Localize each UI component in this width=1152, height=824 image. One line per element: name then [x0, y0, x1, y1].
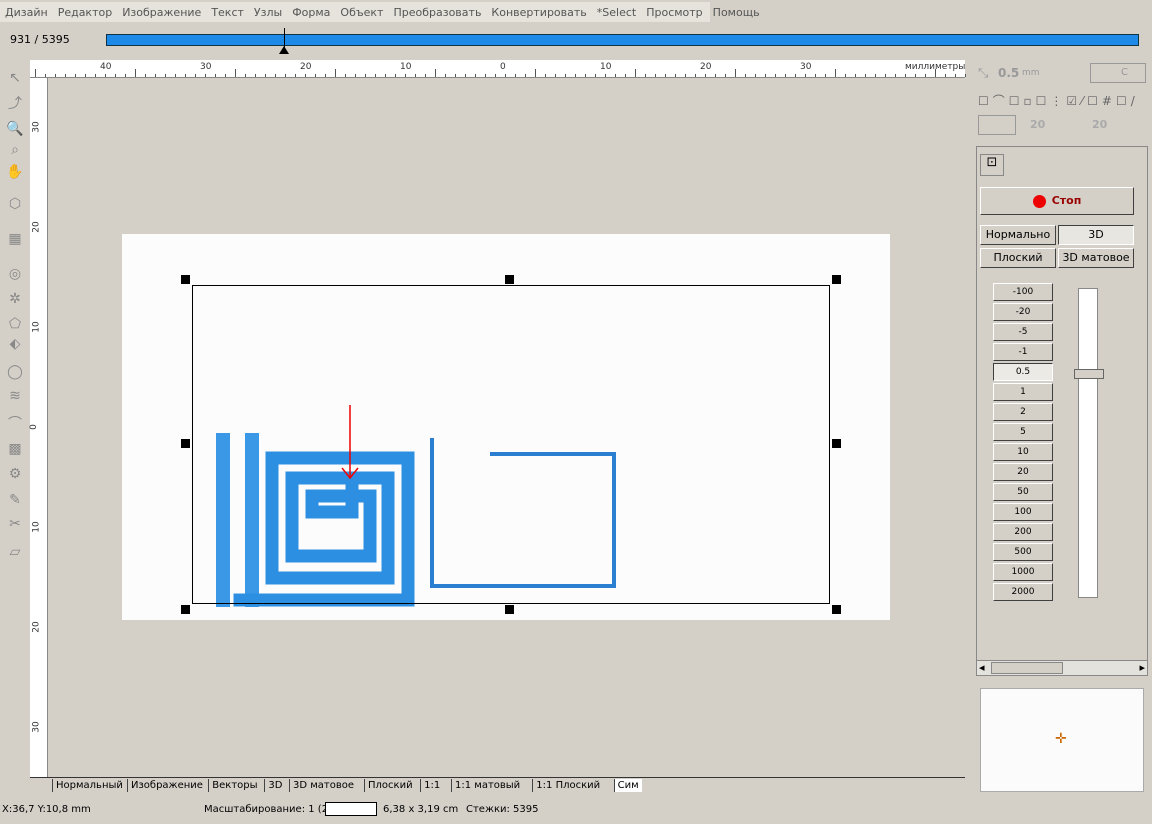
resize-handle[interactable] [181, 275, 190, 284]
dy-value: 20 [1092, 118, 1108, 131]
spacing-value: 0.5 [998, 66, 1020, 80]
step-button[interactable]: 2 [993, 403, 1053, 421]
step-button[interactable]: 50 [993, 483, 1053, 501]
stop-button[interactable]: Стоп [980, 187, 1134, 215]
dx-value: 20 [1030, 118, 1046, 131]
color-swatch [325, 802, 377, 816]
step-button[interactable]: 1 [993, 383, 1053, 401]
view-tab[interactable]: Плоский [364, 779, 416, 792]
step-button[interactable]: -20 [993, 303, 1053, 321]
mode-3d-matte[interactable]: 3D матовое [1058, 248, 1134, 268]
view-tab[interactable]: 1:1 матовый [451, 779, 524, 792]
stop-label: Стоп [1051, 194, 1082, 207]
resize-handle[interactable] [505, 275, 514, 284]
step-button[interactable]: 0.5 [993, 363, 1053, 381]
scroll-left-icon[interactable]: ◂ [979, 661, 985, 674]
step-button[interactable]: 500 [993, 543, 1053, 561]
mode-normal[interactable]: Нормально [980, 225, 1056, 245]
stitch-count: Стежки: 5395 [466, 804, 539, 815]
resize-handle[interactable] [505, 605, 514, 614]
step-button[interactable]: 20 [993, 463, 1053, 481]
view-tab[interactable]: Сим [613, 779, 642, 792]
view-tab[interactable]: Векторы [208, 779, 261, 792]
line-style-dropdown[interactable] [978, 115, 1016, 135]
spacing-icon: ⤡ [978, 66, 989, 81]
status-bar: X:36,7 Y:10,8 mm Масштабирование: 1 (265… [0, 800, 1152, 820]
stop-icon [1032, 194, 1046, 208]
view-tabs: Нормальный Изображение Векторы 3D 3D матовое… [30, 777, 965, 795]
scroll-thumb[interactable] [991, 662, 1063, 674]
sewing-machine-tab-icon[interactable]: ⊡ [980, 154, 1004, 176]
mode-flat[interactable]: Плоский [980, 248, 1056, 268]
view-tab[interactable]: 1:1 Плоский [532, 779, 604, 792]
overview-preview[interactable]: ✛ [980, 688, 1144, 792]
resize-handle[interactable] [181, 605, 190, 614]
speed-slider-track[interactable] [1078, 288, 1098, 598]
view-tab[interactable]: 3D [264, 779, 286, 792]
step-button[interactable]: 10 [993, 443, 1053, 461]
resize-handle[interactable] [832, 605, 841, 614]
step-button[interactable]: -5 [993, 323, 1053, 341]
crosshair-icon: ✛ [1055, 731, 1067, 747]
step-button[interactable]: 100 [993, 503, 1053, 521]
mode-3d[interactable]: 3D [1058, 225, 1134, 245]
step-button[interactable]: 2000 [993, 583, 1053, 601]
step-button[interactable]: 1000 [993, 563, 1053, 581]
resize-handle[interactable] [181, 439, 190, 448]
step-button[interactable]: -100 [993, 283, 1053, 301]
design-size: 6,38 x 3,19 cm [383, 804, 459, 815]
option-checkboxes[interactable]: ☐⌒☐▫☐⋮☑⁄☐#☐/ [978, 92, 1139, 109]
resize-handle[interactable] [832, 275, 841, 284]
view-tab[interactable]: 3D матовое [289, 779, 358, 792]
view-tab[interactable]: Нормальный [52, 779, 126, 792]
view-tab[interactable]: 1:1 [420, 779, 444, 792]
step-button[interactable]: 5 [993, 423, 1053, 441]
spacing-unit: mm [1022, 68, 1040, 78]
scroll-right-icon[interactable]: ▸ [1139, 661, 1145, 674]
step-button[interactable]: 200 [993, 523, 1053, 541]
selection-box[interactable] [192, 285, 830, 604]
view-tab[interactable]: Изображение [127, 779, 206, 792]
resize-handle[interactable] [832, 439, 841, 448]
cursor-coords: X:36,7 Y:10,8 mm [2, 804, 91, 815]
horizontal-scrollbar[interactable]: ◂ ▸ [976, 660, 1148, 676]
align-dropdown[interactable]: C [1090, 63, 1146, 83]
step-button[interactable]: -1 [993, 343, 1053, 361]
speed-slider-thumb[interactable] [1074, 369, 1104, 379]
